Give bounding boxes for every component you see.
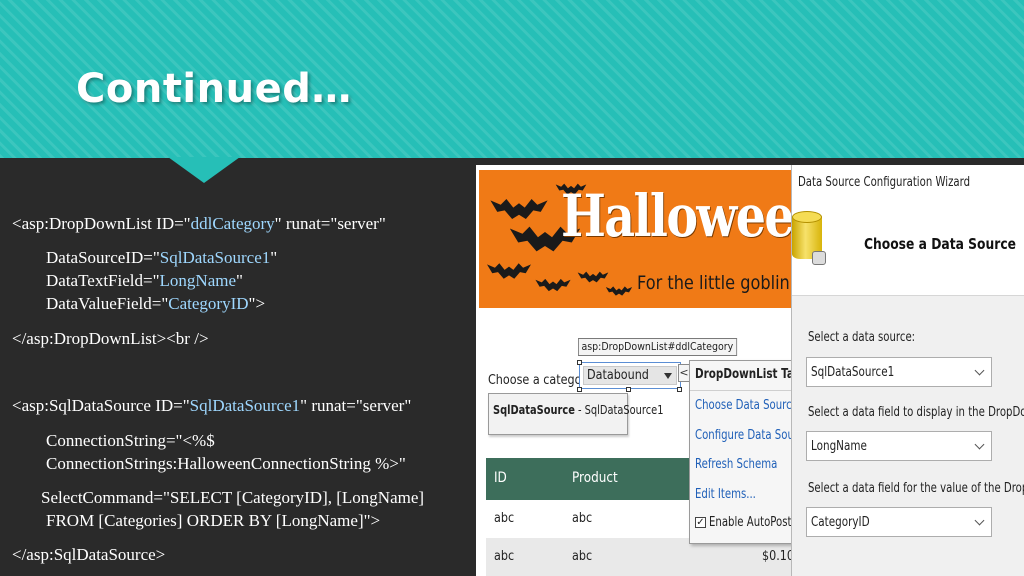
dropdown-arrow-icon[interactable] xyxy=(664,373,672,379)
code-text: " xyxy=(236,271,243,290)
edit-items-link[interactable]: Edit Items... xyxy=(695,487,756,502)
grid-header-product: Product xyxy=(572,470,618,486)
grid-cell: abc xyxy=(572,549,593,564)
wizard-header: Data Source Configuration Wizard Choose … xyxy=(792,165,1024,296)
code-line: DataTextField="LongName" xyxy=(46,269,243,292)
resize-handle[interactable] xyxy=(626,387,631,392)
resize-handle[interactable] xyxy=(677,387,682,392)
designer-screenshot: Halloween Su For the little goblin in as… xyxy=(476,165,794,576)
autopostback-checkbox[interactable]: ✓ xyxy=(695,517,706,528)
bat-icon xyxy=(605,286,633,296)
autopostback-label: Enable AutoPostBack xyxy=(709,515,794,530)
code-line: <asp:DropDownList ID="ddlCategory" runat… xyxy=(12,212,386,235)
wizard-window-title: Data Source Configuration Wizard xyxy=(798,175,971,190)
header-notch xyxy=(168,157,240,183)
code-text: <asp:SqlDataSource ID=" xyxy=(12,396,190,415)
tasks-title: DropDownList Tasks xyxy=(695,367,794,382)
code-value: CategoryID xyxy=(168,294,249,313)
category-dropdown[interactable]: Databound xyxy=(579,362,681,389)
refresh-schema-link[interactable]: Refresh Schema xyxy=(695,457,777,472)
grid-cell-price: $0.10 xyxy=(762,549,794,564)
chevron-down-icon[interactable] xyxy=(974,365,985,376)
display-field-label: Select a data field to display in the Dr… xyxy=(808,405,1024,420)
slide-title: Continued… xyxy=(76,66,352,112)
grid-cell: abc xyxy=(494,549,515,564)
code-text: DataSourceID=" xyxy=(46,248,160,267)
banner-subtitle: For the little goblin in xyxy=(637,272,794,294)
grid-cell: abc xyxy=(494,511,515,526)
choose-data-source-link[interactable]: Choose Data Source... xyxy=(695,398,794,413)
bat-icon xyxy=(490,198,548,220)
category-dropdown-value: Databound xyxy=(587,368,649,383)
code-line: SelectCommand="SELECT [CategoryID], [Lon… xyxy=(41,488,425,507)
bat-icon xyxy=(577,271,609,283)
grid-header-id: ID xyxy=(494,470,507,486)
resize-handle[interactable] xyxy=(577,387,582,392)
code-text: " runat="server" xyxy=(300,396,412,415)
data-source-select[interactable]: SqlDataSource1 xyxy=(806,357,992,387)
chevron-down-icon[interactable] xyxy=(974,515,985,526)
plug-icon xyxy=(812,251,826,265)
value-field-value: CategoryID xyxy=(811,515,870,530)
code-line: ConnectionStrings:HalloweenConnectionStr… xyxy=(46,454,406,473)
tasks-divider xyxy=(690,390,794,391)
value-field-select[interactable]: CategoryID xyxy=(806,507,992,537)
sql-datasource-control[interactable]: SqlDataSource - SqlDataSource1 xyxy=(488,393,663,435)
sql-datasource-label: SqlDataSource - SqlDataSource1 xyxy=(493,403,663,417)
source-label: Select a data source: xyxy=(808,330,916,345)
code-line: FROM [Categories] ORDER BY [LongName]"> xyxy=(46,511,381,530)
code-text: "> xyxy=(248,294,266,313)
code-value: SqlDataSource1 xyxy=(159,248,271,267)
ddl-tag-label: asp:DropDownList#ddlCategory xyxy=(578,338,737,356)
code-text: <asp:DropDownList ID=" xyxy=(12,214,191,233)
wizard-heading: Choose a Data Source xyxy=(864,235,1016,253)
display-field-select[interactable]: LongName xyxy=(806,431,992,461)
code-line: ConnectionString="<%$ xyxy=(46,431,215,450)
code-line: DataValueField="CategoryID"> xyxy=(46,292,265,315)
halloween-banner: Halloween Su For the little goblin in xyxy=(479,170,794,308)
grid-cell: abc xyxy=(572,511,593,526)
code-line: DataSourceID="SqlDataSource1" xyxy=(46,246,277,269)
chevron-down-icon[interactable] xyxy=(974,439,985,450)
sql-datasource-id: - SqlDataSource1 xyxy=(574,403,664,417)
category-dropdown-field[interactable]: Databound xyxy=(583,366,677,385)
sql-datasource-type: SqlDataSource xyxy=(493,403,575,417)
code-text: DataTextField=" xyxy=(46,271,160,290)
configure-data-source-link[interactable]: Configure Data Source... xyxy=(695,428,794,443)
code-line: </asp:SqlDataSource> xyxy=(12,545,166,564)
code-line: </asp:DropDownList><br /> xyxy=(12,329,209,348)
code-line: <asp:SqlDataSource ID="SqlDataSource1" r… xyxy=(12,394,411,417)
dropdownlist-tasks-panel: DropDownList Tasks Choose Data Source...… xyxy=(689,360,794,544)
code-value: SqlDataSource1 xyxy=(189,396,301,415)
code-text: " xyxy=(270,248,278,267)
code-text: " runat="server" xyxy=(274,214,386,233)
value-field-label: Select a data field for the value of the… xyxy=(808,481,1024,496)
database-top-icon xyxy=(792,211,822,223)
code-value: LongName xyxy=(159,271,237,290)
resize-handle[interactable] xyxy=(577,360,582,365)
data-source-wizard: Data Source Configuration Wizard Choose … xyxy=(791,165,1024,576)
bat-icon xyxy=(487,263,531,279)
display-field-value: LongName xyxy=(811,439,867,454)
data-source-value: SqlDataSource1 xyxy=(811,365,895,380)
code-value: ddlCategory xyxy=(190,214,275,233)
bat-icon xyxy=(535,278,571,292)
banner-title: Halloween Su xyxy=(561,182,794,250)
code-text: DataValueField=" xyxy=(46,294,169,313)
